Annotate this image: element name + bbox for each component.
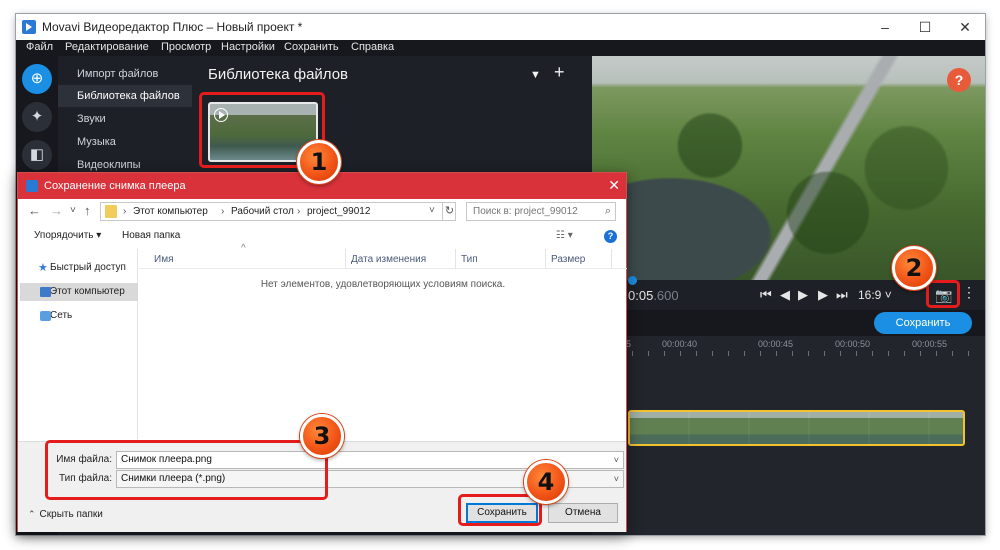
scrubber-handle[interactable] (628, 276, 637, 285)
search-icon: ⌕ (604, 205, 611, 217)
dialog-toolbar: Упорядочить ▾ Новая папка ☷ ▾ ? (18, 225, 626, 247)
step-forward-icon[interactable]: ▶ (818, 287, 828, 303)
view-options-icon[interactable]: ☷ ▾ (556, 230, 573, 241)
minimize-button[interactable]: – (865, 14, 905, 40)
video-preview: ? (592, 56, 985, 280)
folder-icon (105, 205, 117, 218)
ruler-label: 00:00:50 (835, 339, 871, 349)
menu-bar: Файл Редактирование Просмотр Настройки С… (16, 40, 985, 56)
filename-dropdown-icon[interactable]: ˅ (614, 452, 619, 468)
timecode-main: 0:05 (628, 288, 654, 303)
library-title: Библиотека файлов (208, 66, 349, 83)
filter-icon[interactable]: ▼ (530, 69, 541, 81)
nav-sounds[interactable]: Звуки (58, 108, 192, 130)
aspect-ratio-select[interactable]: 16:9 ˅ (858, 288, 892, 302)
filename-label: Имя файла: (56, 454, 112, 465)
timecode: 0:05.600 (628, 288, 679, 303)
filetype-dropdown-icon[interactable]: ˅ (614, 471, 619, 487)
movavi-logo-icon (26, 180, 38, 192)
cancel-button[interactable]: Отмена (548, 503, 618, 523)
dialog-title: Сохранение снимка плеера (44, 180, 186, 192)
column-size[interactable]: Размер (551, 254, 585, 265)
filetype-label: Тип файла: (59, 473, 112, 484)
dialog-help-icon[interactable]: ? (604, 230, 617, 243)
clip-frames (630, 412, 963, 444)
timeline-ruler: 5 00:00:40 00:00:45 00:00:50 00:00:55 0 (592, 336, 985, 356)
ruler-label: 00:00:40 (662, 339, 698, 349)
menu-view[interactable]: Просмотр (161, 41, 211, 53)
column-type[interactable]: Тип (461, 254, 478, 265)
nav-music[interactable]: Музыка (58, 131, 192, 153)
menu-settings[interactable]: Настройки (221, 41, 275, 53)
preview-image (592, 56, 985, 280)
refresh-icon[interactable]: ↻ (442, 202, 456, 221)
empty-message: Нет элементов, удовлетворяющих условиям … (260, 279, 506, 290)
skip-start-icon[interactable]: ⏮ (760, 287, 772, 303)
menu-help[interactable]: Справка (351, 41, 394, 53)
nav-file-library[interactable]: Библиотека файлов (58, 85, 192, 107)
path-breadcrumb[interactable]: › Этот компьютер › Рабочий стол › projec… (100, 202, 456, 221)
nav-import-files[interactable]: Импорт файлов (58, 63, 192, 85)
export-bar: Сохранить (592, 310, 985, 336)
more-options-icon[interactable]: ⋮ (962, 284, 976, 301)
new-folder-button[interactable]: Новая папка (122, 230, 180, 241)
transitions-icon[interactable]: ◧ (22, 140, 52, 170)
import-plus-icon[interactable]: ⊕ (22, 64, 52, 94)
video-clip[interactable] (628, 410, 965, 446)
play-circle-icon (214, 108, 228, 122)
play-icon[interactable]: ▶ (798, 287, 808, 303)
chevron-up-icon: ⌃ (28, 509, 36, 519)
menu-file[interactable]: Файл (26, 41, 53, 53)
close-window-button[interactable]: ✕ (945, 14, 985, 40)
computer-icon (40, 287, 51, 297)
window-title: Movavi Видеоредактор Плюс – Новый проект… (42, 20, 303, 34)
breadcrumb-desktop[interactable]: Рабочий стол (231, 206, 294, 217)
path-dropdown-icon[interactable]: ˅ (429, 205, 435, 216)
file-list: ^ Имя Дата изменения Тип Размер Нет элем… (139, 243, 627, 439)
column-date[interactable]: Дата изменения (351, 254, 426, 265)
maximize-button[interactable]: ☐ (905, 14, 945, 40)
recent-dropdown-icon[interactable]: ˅ (70, 205, 76, 216)
breadcrumb-project[interactable]: project_99012 (307, 206, 370, 217)
save-button[interactable]: Сохранить (466, 503, 538, 523)
column-headers: ^ Имя Дата изменения Тип Размер (139, 243, 627, 269)
ruler-label: 00:00:45 (758, 339, 794, 349)
forward-arrow-icon[interactable]: → (50, 203, 63, 218)
column-name[interactable]: Имя (154, 254, 173, 265)
nav-this-pc[interactable]: Этот компьютер (20, 283, 138, 301)
back-arrow-icon[interactable]: ← (28, 203, 41, 218)
menu-save[interactable]: Сохранить (284, 41, 339, 53)
network-icon (40, 311, 51, 321)
movavi-logo-icon (22, 20, 36, 34)
dialog-close-icon[interactable]: ✕ (608, 177, 620, 194)
callout-badge-2: 2 (892, 246, 936, 290)
timecode-ms: .600 (653, 288, 679, 303)
step-back-icon[interactable]: ◀ (780, 287, 790, 303)
sort-caret-icon: ^ (241, 243, 246, 254)
add-icon[interactable]: + (554, 62, 565, 83)
star-icon: ★ (38, 262, 48, 274)
ruler-label: 00:00:55 (912, 339, 948, 349)
navigation-pane: ★ Быстрый доступ Этот компьютер Сеть (18, 249, 138, 439)
nav-network[interactable]: Сеть (20, 307, 138, 325)
export-save-button[interactable]: Сохранить (874, 312, 972, 334)
breadcrumb-this-pc[interactable]: Этот компьютер (133, 206, 208, 217)
organize-button[interactable]: Упорядочить ▾ (34, 230, 101, 241)
search-placeholder: Поиск в: project_99012 (473, 206, 578, 217)
callout-badge-4: 4 (524, 460, 568, 504)
help-button[interactable]: ? (947, 68, 971, 92)
snapshot-camera-icon[interactable]: 📷 (932, 284, 956, 306)
search-input[interactable]: Поиск в: project_99012 ⌕ (466, 202, 616, 221)
skip-end-icon[interactable]: ⏭ (836, 287, 848, 303)
address-bar: ← → ˅ ↑ › Этот компьютер › Рабочий стол … (18, 199, 626, 223)
window-titlebar: Movavi Видеоредактор Плюс – Новый проект… (16, 14, 985, 40)
menu-edit[interactable]: Редактирование (65, 41, 149, 53)
magic-wand-icon[interactable]: ✦ (22, 102, 52, 132)
callout-badge-1: 1 (297, 140, 341, 184)
nav-quick-access[interactable]: ★ Быстрый доступ (20, 259, 138, 277)
up-arrow-icon[interactable]: ↑ (84, 203, 91, 218)
callout-badge-3: 3 (300, 414, 344, 458)
hide-folders-toggle[interactable]: ⌃ Скрыть папки (28, 509, 103, 520)
timeline: 5 00:00:40 00:00:45 00:00:50 00:00:55 0 (592, 336, 985, 535)
